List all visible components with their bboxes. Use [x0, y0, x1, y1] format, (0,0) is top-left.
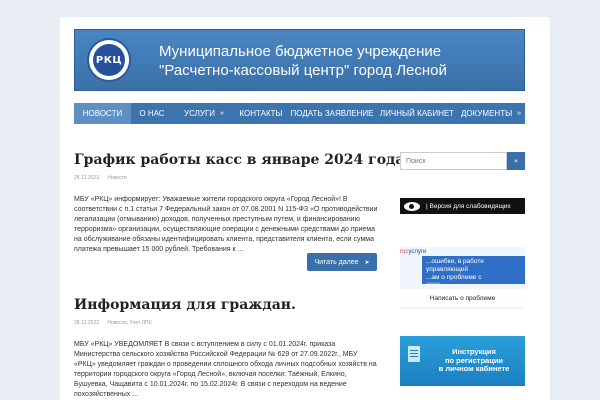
- search-button[interactable]: »: [507, 152, 525, 170]
- nav-label: НОВОСТИ: [82, 109, 123, 118]
- post-excerpt: МБУ «РКЦ» информирует: Уважаемые жители …: [74, 196, 378, 253]
- eye-icon: [404, 201, 420, 211]
- site-title-line2: "Расчетно-кассовый центр" город Лесной: [159, 62, 447, 79]
- site-header: РКЦ Муниципальное бюджетное учреждение "…: [74, 29, 525, 91]
- news-post: График работы касс в январе 2024 года 28…: [74, 151, 404, 255]
- arrow-right-icon: ➤: [364, 259, 370, 266]
- nav-label: КОНТАКТЫ: [239, 109, 283, 118]
- report-problem-button[interactable]: Написать о проблеме: [400, 289, 525, 307]
- gosuslugi-popup: ...ошибки, в работе управляющей ...ам о …: [422, 256, 525, 289]
- nav-item-services[interactable]: УСЛУГИ »: [173, 103, 235, 124]
- site-title-line1: Муниципальное бюджетное учреждение: [159, 43, 442, 60]
- site-title: Муниципальное бюджетное учреждение "Расч…: [159, 42, 447, 80]
- logo-text: РКЦ: [93, 44, 125, 76]
- post-categories[interactable]: Новости, Учет ЛПХ: [107, 320, 151, 326]
- banner-text: Инструкция по регистрации в личном кабин…: [426, 347, 522, 374]
- nav-label: ЛИЧНЫЙ КАБИНЕТ: [379, 109, 455, 118]
- nav-label: ПОДАТЬ ЗАЯВЛЕНИЕ: [290, 109, 374, 118]
- gosuslugi-logo[interactable]: госуслуги: [400, 249, 426, 255]
- gosuslugi-logo-part2: услуги: [408, 249, 427, 255]
- nav-item-contacts[interactable]: КОНТАКТЫ: [235, 103, 287, 124]
- gosuslugi-widget: госуслуги ...ошибки, в работе управляюще…: [400, 247, 525, 309]
- gosuslugi-popup-line: ...ам о проблеме с: [426, 274, 482, 281]
- registration-instruction-banner[interactable]: Инструкция по регистрации в личном кабин…: [400, 336, 525, 386]
- post-date: 28.12.2023: [74, 175, 100, 181]
- banner-line: в личном кабинете: [438, 364, 510, 373]
- chevron-right-icon: »: [517, 110, 522, 117]
- post-meta: 28.12.2023 Новости, Учет ЛПХ: [74, 320, 379, 326]
- read-more-label: Читать далее: [314, 258, 359, 266]
- gosuslugi-popup-line: ...ошибки, в работе управляющей: [426, 258, 484, 273]
- document-icon: [408, 346, 420, 362]
- news-post: Информация для граждан. 28.12.2023 Новос…: [74, 296, 379, 400]
- search-input[interactable]: [400, 152, 507, 170]
- accessibility-label: | Версия для слабовидящих: [426, 202, 511, 210]
- nav-item-about[interactable]: О НАС: [131, 103, 173, 124]
- nav-label: УСЛУГИ: [184, 109, 216, 118]
- nav-item-documents[interactable]: ДОКУМЕНТЫ »: [457, 103, 525, 124]
- accessibility-version-button[interactable]: | Версия для слабовидящих: [400, 198, 525, 214]
- post-excerpt: МБУ «РКЦ» УВЕДОМЛЯЕТ В связи с вступлени…: [74, 341, 377, 398]
- post-categories[interactable]: Новости: [107, 175, 126, 181]
- chevron-right-icon: »: [220, 110, 224, 117]
- nav-item-news[interactable]: НОВОСТИ: [74, 103, 131, 124]
- post-title[interactable]: Информация для граждан.: [74, 296, 379, 314]
- nav-item-personal-account[interactable]: ЛИЧНЫЙ КАБИНЕТ: [377, 103, 457, 124]
- gosuslugi-header: госуслуги ...ошибки, в работе управляюще…: [400, 247, 525, 289]
- rkc-logo[interactable]: РКЦ: [87, 38, 131, 82]
- post-title[interactable]: График работы касс в январе 2024 года: [74, 151, 404, 169]
- nav-item-submit-application[interactable]: ПОДАТЬ ЗАЯВЛЕНИЕ: [287, 103, 377, 124]
- nav-label: ДОКУМЕНТЫ: [460, 109, 513, 118]
- post-date: 28.12.2023: [74, 320, 100, 326]
- post-meta: 28.12.2023 Новости: [74, 175, 379, 181]
- read-more-button[interactable]: Читать далее ➤: [307, 253, 377, 271]
- main-nav: НОВОСТИ О НАС УСЛУГИ » КОНТАКТЫ ПОДАТЬ З…: [74, 103, 525, 124]
- nav-label: О НАС: [139, 109, 165, 118]
- page-container: РКЦ Муниципальное бюджетное учреждение "…: [60, 17, 550, 400]
- search-box: »: [400, 152, 525, 170]
